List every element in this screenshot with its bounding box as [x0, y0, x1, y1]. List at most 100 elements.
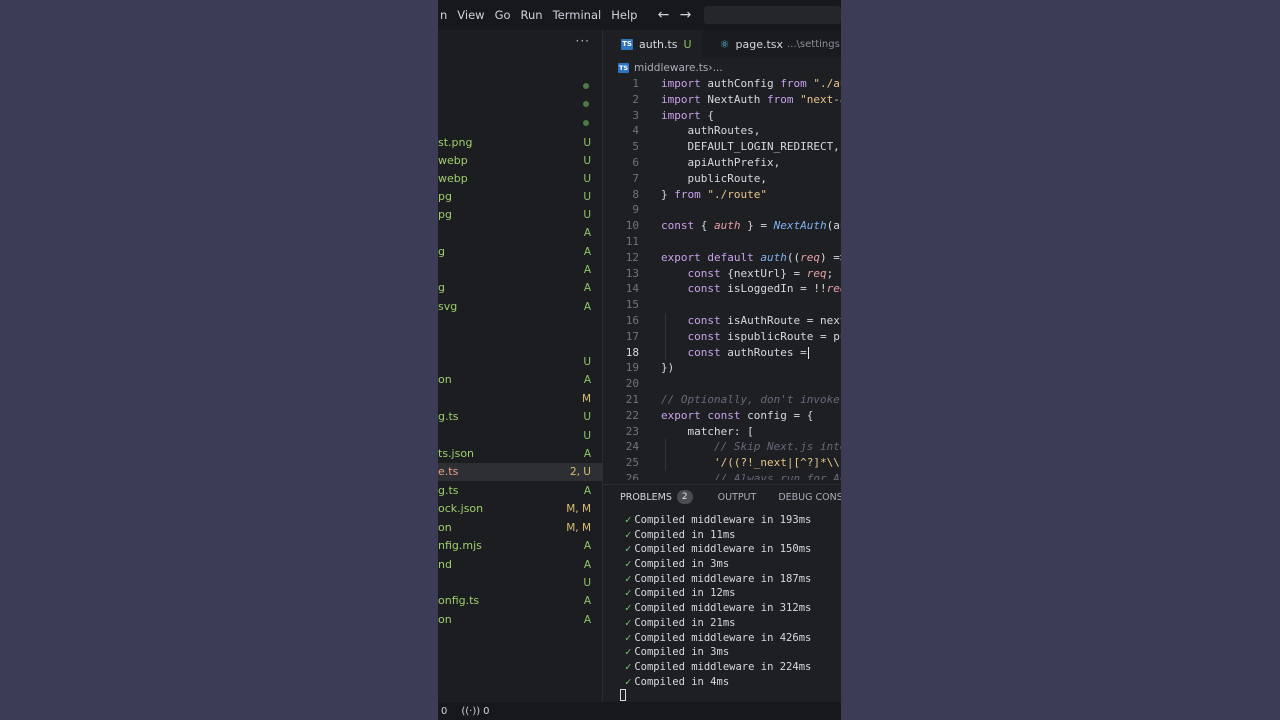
- explorer-panel: ··· st.png Uwebp Uwebp Upg Upg U Ag A Ag Asvg A Uon…: [438, 30, 603, 702]
- code-editor[interactable]: 1 import authConfig from "./au 2 import Nex…: [603, 76, 841, 480]
- react-file-icon: ⚛: [719, 37, 730, 51]
- code-token: {: [700, 108, 714, 122]
- file-tree-item[interactable]: M: [438, 390, 603, 408]
- terminal-line: ✓ Compiled middleware in 224ms: [625, 660, 811, 675]
- code-token: NextAuth: [773, 219, 827, 233]
- code-token: config = {: [740, 408, 814, 422]
- terminal-output[interactable]: ✓ Compiled middleware in 193ms ✓ Compiled i…: [625, 513, 811, 689]
- file-tree-item[interactable]: e.ts 2, U: [438, 463, 603, 481]
- check-icon: ✓: [625, 602, 632, 615]
- git-status: A: [583, 614, 591, 626]
- code-token: req: [806, 266, 827, 280]
- file-tree-item[interactable]: g.ts U: [438, 408, 603, 426]
- file-tree-item[interactable]: g.ts A: [438, 482, 603, 500]
- file-tree-item[interactable]: U: [438, 574, 603, 592]
- code-token: // Skip Next.js inte: [661, 440, 841, 454]
- git-status: U: [583, 577, 591, 589]
- file-tree-item[interactable]: [438, 334, 603, 352]
- menu-item-help[interactable]: Help: [606, 8, 642, 22]
- menu-item-selection[interactable]: n: [438, 8, 452, 22]
- terminal-text: Compiled middleware in 187ms: [634, 572, 812, 585]
- breadcrumb: TS middleware.ts › ...: [618, 60, 723, 76]
- file-tree-item[interactable]: gA: [438, 243, 603, 261]
- file-tree-item[interactable]: U: [438, 427, 603, 445]
- file-tree-item[interactable]: on A: [438, 371, 603, 389]
- tab-debug-console[interactable]: DEBUG CONSOLE: [778, 492, 841, 503]
- file-tree-item[interactable]: pg U: [438, 206, 603, 224]
- git-status: U: [583, 430, 591, 442]
- file-tree-item[interactable]: nfig.mjs A: [438, 537, 603, 555]
- more-actions-icon[interactable]: ···: [576, 34, 590, 48]
- file-tree-item[interactable]: on M, M: [438, 519, 603, 537]
- file-tree-item[interactable]: gA: [438, 279, 603, 297]
- file-tree-item[interactable]: [438, 316, 603, 334]
- code-line: 2 import NextAuth from "next-a: [603, 92, 841, 108]
- status-ports[interactable]: ((·)) 0: [461, 706, 489, 717]
- file-tree-item[interactable]: [438, 114, 603, 132]
- code-line: 23 matcher: [: [603, 424, 841, 440]
- file-tree-item[interactable]: webp U: [438, 170, 603, 188]
- line-number: 19: [625, 361, 639, 375]
- menu-item-terminal[interactable]: Terminal: [548, 8, 607, 22]
- file-tree-item[interactable]: A: [438, 261, 603, 279]
- terminal-line: ✓ Compiled middleware in 426ms: [625, 631, 811, 646]
- code-token: const: [687, 314, 721, 327]
- file-tree-item[interactable]: webp U: [438, 152, 603, 170]
- file-tree-item[interactable]: [438, 77, 603, 95]
- breadcrumb-symbol[interactable]: ...: [713, 62, 723, 74]
- code-token: export default: [661, 250, 761, 264]
- file-name: g: [438, 281, 445, 294]
- menu-item-view[interactable]: View: [452, 8, 489, 22]
- code-token: isLoggedIn = !!: [720, 282, 827, 296]
- tab-page-tsx[interactable]: ⚛ page.tsx ...\settings U: [702, 30, 841, 58]
- file-tree-item[interactable]: pg U: [438, 188, 603, 206]
- command-center-search[interactable]: [704, 6, 841, 24]
- status-errors[interactable]: 0: [441, 706, 447, 717]
- file-tree-item[interactable]: ock.json M, M: [438, 500, 603, 518]
- line-number: 10: [625, 219, 639, 233]
- file-tree-item[interactable]: nd A: [438, 556, 603, 574]
- code-token: req: [826, 282, 841, 296]
- breadcrumb-file[interactable]: middleware.ts: [634, 62, 708, 74]
- file-name: on: [438, 521, 452, 534]
- arrow-left-icon[interactable]: ←: [652, 7, 674, 23]
- file-tree-item[interactable]: U: [438, 353, 603, 371]
- file-tree-item[interactable]: [438, 95, 603, 113]
- file-tree-item[interactable]: svg A: [438, 298, 603, 316]
- git-status: U: [583, 155, 591, 167]
- git-dot-icon: [583, 120, 589, 126]
- line-number: 25: [625, 456, 639, 470]
- arrow-right-icon[interactable]: →: [674, 7, 696, 23]
- check-icon: ✓: [625, 543, 632, 556]
- tab-problems[interactable]: PROBLEMS 2: [620, 490, 693, 504]
- code-token: const: [687, 345, 721, 359]
- tab-label: page.tsx: [735, 37, 784, 51]
- code-line: 26 // Always run for AP: [603, 471, 841, 480]
- git-status: A: [583, 282, 591, 294]
- terminal-text: Compiled in 11ms: [634, 528, 736, 541]
- file-tree-item[interactable]: A: [438, 224, 603, 242]
- code-token: {nextUrl} =: [720, 266, 807, 280]
- code-token: const: [687, 282, 721, 296]
- code-token: ((: [786, 250, 801, 264]
- code-text: import NextAuth from "next-a: [661, 92, 841, 108]
- tab-auth-ts[interactable]: TS auth.ts U: [603, 30, 702, 58]
- menu-item-go[interactable]: Go: [490, 8, 516, 22]
- code-line: 11: [603, 234, 841, 250]
- tab-output[interactable]: OUTPUT: [718, 492, 757, 503]
- code-text: const isLoggedIn = !!req: [661, 281, 842, 297]
- git-status: U: [583, 191, 591, 203]
- broadcast-icon: ((·)): [461, 705, 481, 717]
- line-number: 16: [625, 314, 639, 327]
- code-token: authRoutes =: [720, 345, 807, 359]
- file-tree-item[interactable]: ts.json A: [438, 445, 603, 463]
- file-tree-item[interactable]: onfig.ts A: [438, 592, 603, 610]
- file-tree-item[interactable]: on A: [438, 611, 603, 629]
- problems-count-badge: 2: [676, 490, 693, 504]
- code-token: const: [661, 219, 695, 233]
- file-name: g.ts: [438, 484, 459, 497]
- git-status: A: [583, 540, 591, 552]
- file-tree-item[interactable]: st.png U: [438, 134, 603, 152]
- code-text: '/((?!_next|[^?]*\\.: [661, 455, 841, 471]
- menu-item-run[interactable]: Run: [516, 8, 548, 22]
